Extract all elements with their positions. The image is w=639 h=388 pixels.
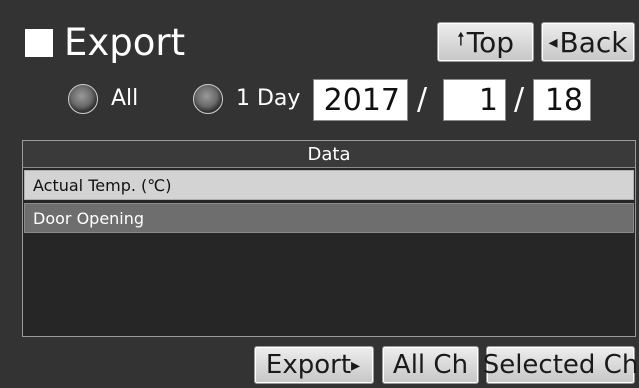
top-button[interactable]: 🠕 Top xyxy=(437,22,534,62)
list-item[interactable]: Actual Temp. (℃) xyxy=(24,170,634,200)
all-channels-button[interactable]: All Ch xyxy=(382,346,479,384)
back-button[interactable]: ◂ Back xyxy=(541,22,635,62)
page-title: Export xyxy=(64,21,186,64)
month-field[interactable]: 1 xyxy=(443,79,506,121)
year-field[interactable]: 2017 xyxy=(313,79,408,121)
left-triangle-icon: ◂ xyxy=(548,31,558,53)
date-separator: / xyxy=(417,82,428,117)
all-channels-button-label: All Ch xyxy=(392,350,469,380)
date-separator: / xyxy=(514,82,525,117)
data-list-header: Data xyxy=(23,141,635,168)
top-button-label: Top xyxy=(466,25,514,59)
data-list: Data Actual Temp. (℃) Door Opening xyxy=(22,140,636,337)
all-radio[interactable] xyxy=(68,84,98,114)
title-square-icon xyxy=(25,29,53,57)
selected-channels-button-label: Selected Ch xyxy=(482,350,639,380)
export-button[interactable]: Export ▸ xyxy=(254,346,374,384)
all-radio-label[interactable]: All xyxy=(111,84,138,114)
back-button-label: Back xyxy=(559,25,628,59)
selected-channels-button[interactable]: Selected Ch xyxy=(483,346,638,384)
list-item[interactable]: Door Opening xyxy=(24,203,634,233)
up-arrow-icon: 🠕 xyxy=(457,29,465,50)
day-field[interactable]: 18 xyxy=(533,79,591,121)
export-button-label: Export xyxy=(265,350,352,380)
one-day-radio-label[interactable]: 1 Day xyxy=(236,84,300,114)
right-triangle-icon: ▸ xyxy=(351,354,361,376)
one-day-radio[interactable] xyxy=(193,84,223,114)
